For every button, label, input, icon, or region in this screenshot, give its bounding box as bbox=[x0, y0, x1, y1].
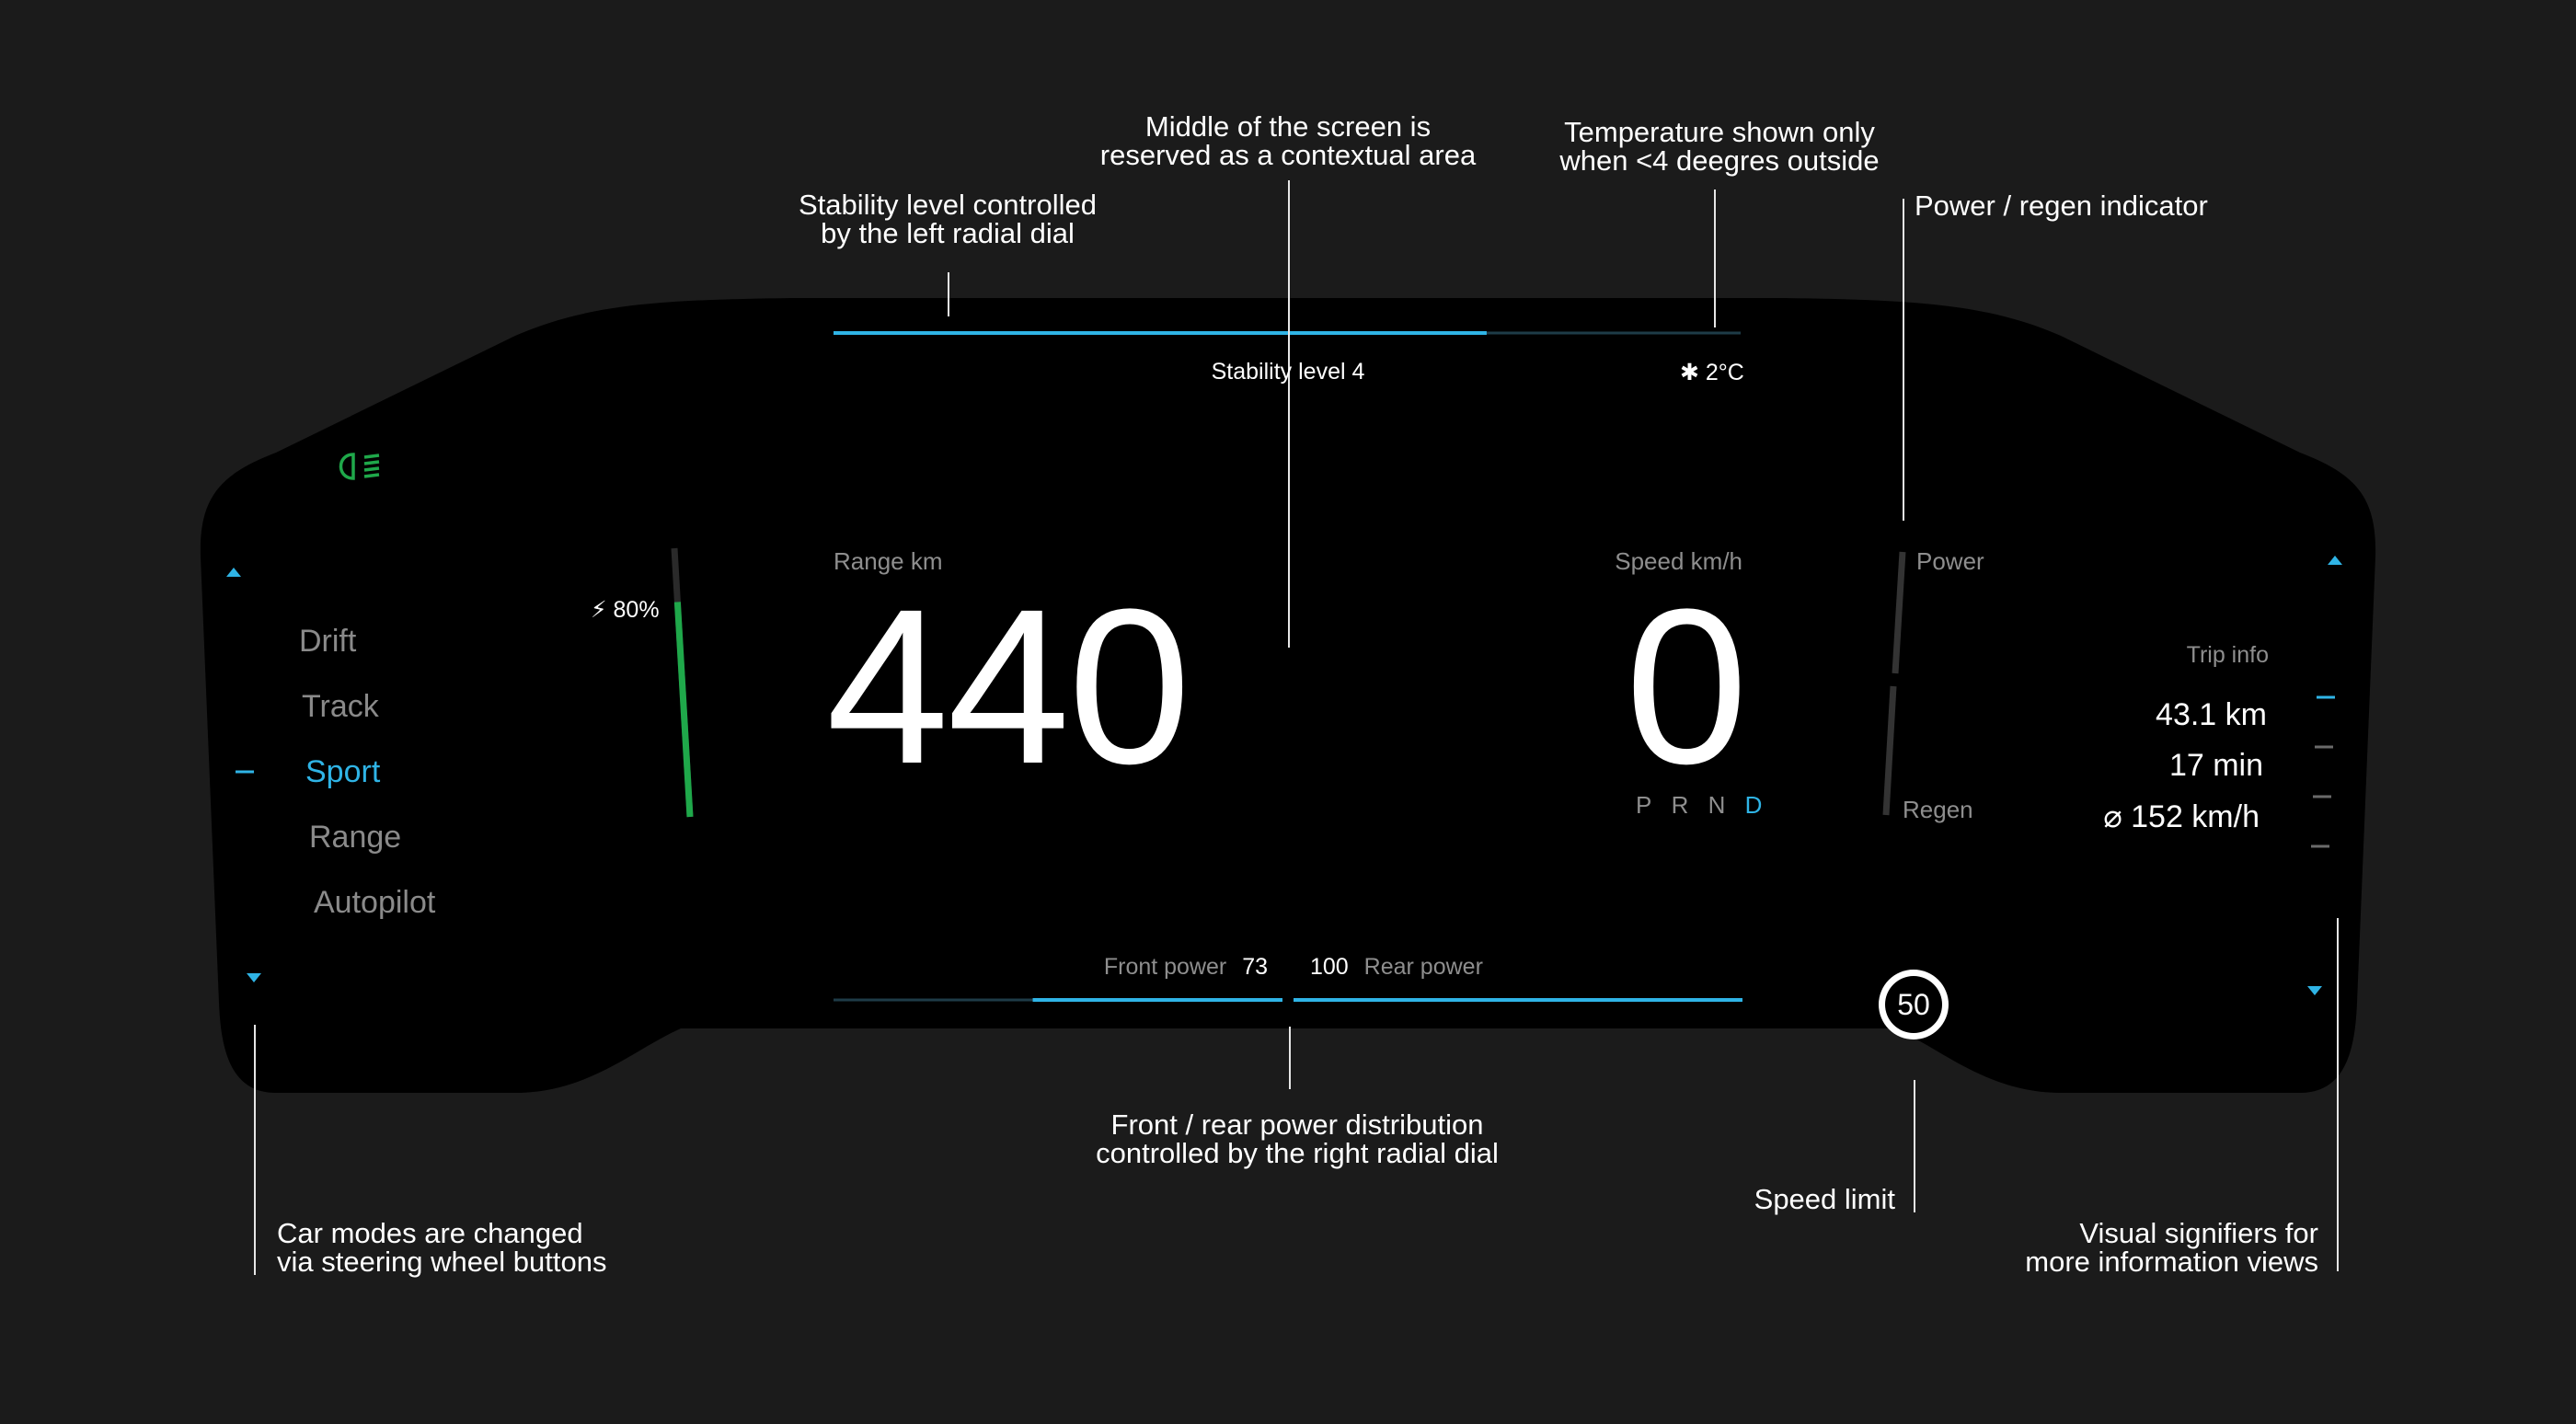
lightning-icon: ⚡ bbox=[591, 597, 607, 623]
gear-d-active: D bbox=[1744, 791, 1763, 819]
front-power-value: 73 bbox=[1242, 954, 1268, 980]
speed-limit-value: 50 bbox=[1897, 988, 1930, 1021]
gear-selector: P R N D bbox=[1636, 791, 1762, 820]
annotation-line-text: Power / regen indicator bbox=[1915, 189, 2208, 222]
annotation-temperature: Temperature shown only when <4 deegres o… bbox=[1522, 118, 1917, 175]
rear-power-readout: 100 Rear power bbox=[1310, 954, 1483, 981]
front-power-label: Front power bbox=[1103, 954, 1227, 980]
mode-item-range[interactable]: Range bbox=[309, 820, 401, 856]
rear-power-value: 100 bbox=[1310, 954, 1349, 980]
trip-distance: 43.1 km bbox=[2156, 697, 2267, 732]
trip-duration: 17 min bbox=[2168, 748, 2263, 783]
annotation-front-rear: Front / rear power distribution controll… bbox=[1054, 1110, 1540, 1167]
annotation-line-text: controlled by the right radial dial bbox=[1096, 1137, 1499, 1169]
gear-n: N bbox=[1708, 791, 1726, 819]
battery-readout: ⚡ 80% bbox=[591, 596, 660, 624]
annotation-line-text: Temperature shown only bbox=[1564, 116, 1875, 148]
annotation-line-text: Middle of the screen is bbox=[1144, 110, 1432, 143]
annotation-speed-limit: Speed limit bbox=[1711, 1185, 1895, 1213]
range-value: 440 bbox=[826, 563, 1190, 810]
annotation-line-text: by the left radial dial bbox=[821, 217, 1075, 249]
stability-level-label: Stability level 4 bbox=[1211, 359, 1365, 385]
annotation-line-text: Car modes are changed bbox=[277, 1217, 583, 1249]
annotation-line-text: Front / rear power distribution bbox=[1110, 1108, 1484, 1141]
mode-item-sport[interactable]: Sport bbox=[305, 754, 380, 790]
annotation-line-text: Visual signifiers for bbox=[2079, 1217, 2318, 1249]
mode-item-drift[interactable]: Drift bbox=[299, 624, 356, 660]
annotation-line-text: Speed limit bbox=[1754, 1183, 1895, 1215]
temperature-readout: ✱ 2°C bbox=[1680, 359, 1744, 386]
trip-info-title: Trip info bbox=[2186, 642, 2269, 668]
annotation-power-regen: Power / regen indicator bbox=[1915, 191, 2208, 220]
gear-p: P bbox=[1636, 791, 1652, 819]
gear-r: R bbox=[1671, 791, 1689, 819]
trip-average-speed: ⌀ 152 km/h bbox=[2103, 799, 2260, 834]
stage: Stability level controlled by the left r… bbox=[0, 0, 2576, 1424]
annotation-middle-area: Middle of the screen is reserved as a co… bbox=[1067, 112, 1509, 169]
annotation-car-modes: Car modes are changed via steering wheel… bbox=[277, 1219, 606, 1276]
regen-label: Regen bbox=[1903, 796, 1973, 823]
battery-percent: 80% bbox=[613, 597, 660, 623]
annotation-line-text: reserved as a contextual area bbox=[1099, 139, 1477, 171]
annotation-line-text: when <4 deegres outside bbox=[1559, 144, 1880, 177]
mode-item-track[interactable]: Track bbox=[302, 689, 379, 725]
annotation-line-text: more information views bbox=[2025, 1246, 2318, 1278]
snowflake-icon: ✱ bbox=[1680, 360, 1699, 385]
annotation-signifiers: Visual signifiers for more information v… bbox=[1950, 1219, 2318, 1276]
annotation-line-text: Stability level controlled bbox=[799, 189, 1097, 221]
mode-item-autopilot[interactable]: Autopilot bbox=[314, 885, 435, 921]
rear-power-label: Rear power bbox=[1363, 954, 1483, 980]
power-label: Power bbox=[1916, 547, 1984, 575]
speed-value: 0 bbox=[1625, 563, 1748, 810]
annotation-stability: Stability level controlled by the left r… bbox=[764, 190, 1132, 247]
annotation-line-text: via steering wheel buttons bbox=[277, 1246, 607, 1278]
front-power-readout: Front power 73 bbox=[1012, 954, 1268, 981]
temperature-value: 2°C bbox=[1705, 360, 1744, 385]
